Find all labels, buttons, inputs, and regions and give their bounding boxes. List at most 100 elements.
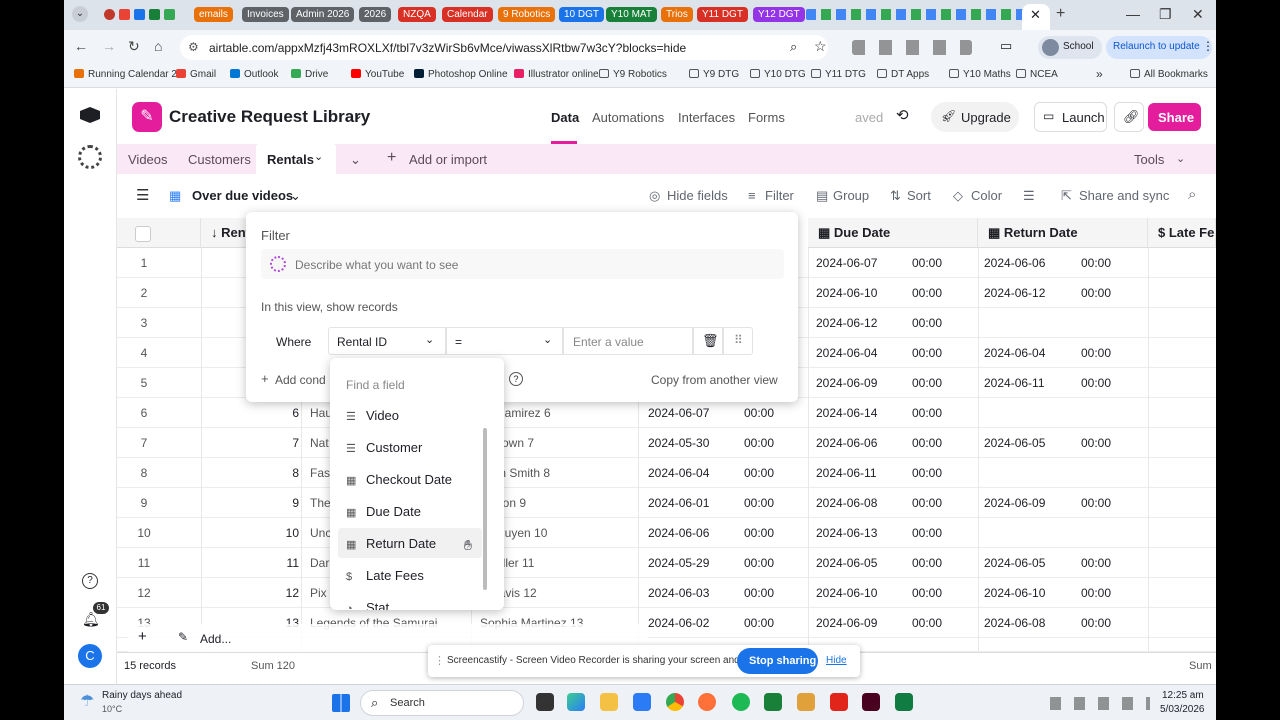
due-date-cell[interactable]: 2024-06-11 [816,458,906,488]
extension-icons[interactable] [852,40,972,55]
table-row[interactable]: 6 6 Hau os Ramirez 6 2024-06-07 00:00 2024-06-… [117,398,1216,428]
tab-group-0[interactable]: emails [194,7,233,22]
customer-cell[interactable]: os Ramirez 6 [480,398,640,428]
tab-group-3[interactable]: 2026 [359,7,392,22]
hide-button[interactable]: Hide [826,655,847,666]
tab-group-2[interactable]: Admin 2026 [291,7,355,22]
back-icon[interactable]: ← [74,38,88,54]
bookmark-item[interactable]: Running Calendar 2... [74,69,185,80]
start-icon[interactable] [332,694,350,712]
share-sync-button[interactable]: Share and sync [1079,188,1169,203]
base-name[interactable]: Creative Request Library [169,107,370,127]
relaunch-button[interactable]: Relaunch to update ⋮ [1106,36,1214,59]
add-condition-button[interactable]: Add cond [261,373,326,387]
hamburger-menu-icon[interactable]: ☰ [136,186,149,204]
due-time-cell[interactable]: 00:00 [912,608,962,638]
nav-data[interactable]: Data [551,110,579,125]
sheets-app-icon[interactable] [764,693,782,711]
due-date-cell[interactable]: 2024-06-08 [816,488,906,518]
checkout-time-cell[interactable]: 00:00 [744,578,794,608]
due-date-cell[interactable]: 2024-06-07 [816,248,906,278]
due-time-cell[interactable]: 00:00 [912,308,962,338]
hide-fields-button[interactable]: Hide fields [667,188,728,203]
tab-rentals[interactable]: Rentals ⌄ [256,144,336,174]
nav-interfaces[interactable]: Interfaces [678,110,735,125]
rental-id-cell[interactable]: 6 [279,398,299,428]
bookmark-item[interactable]: Y9 DTG [689,69,739,80]
copy-from-view-button[interactable]: Copy from another view [651,373,778,387]
copy-link-button[interactable]: 🔗︎ [1114,102,1144,132]
checkout-date-cell[interactable]: 2024-06-04 [648,458,748,488]
operator-select[interactable]: = ⌄ [446,327,563,355]
all-tables-chevron-icon[interactable]: ⌄ [350,152,361,168]
field-option[interactable]: ▦ Due Date [346,504,421,519]
paint-icon[interactable] [797,693,815,711]
checkout-time-cell[interactable]: 00:00 [744,428,794,458]
column-header-select[interactable] [117,218,201,248]
bookmark-star-icon[interactable]: ☆ [814,38,827,55]
bookmark-item[interactable]: Y9 Robotics [599,69,667,80]
rental-id-cell[interactable]: 12 [279,578,299,608]
weather-title[interactable]: Rainy days ahead [102,690,182,701]
tab-group-4[interactable]: NZQA [398,7,436,22]
checkout-time-cell[interactable]: 00:00 [744,608,794,638]
return-date-cell[interactable]: 2024-06-06 [984,248,1074,278]
field-option[interactable]: ▦ Checkout Date [346,472,452,487]
checkout-time-cell[interactable]: 00:00 [744,398,794,428]
stop-sharing-button[interactable]: Stop sharing [737,648,818,674]
due-time-cell[interactable]: 00:00 [912,368,962,398]
due-time-cell[interactable]: 00:00 [912,458,962,488]
store-icon[interactable] [633,693,651,711]
firefox-icon[interactable] [698,693,716,711]
bookmark-item[interactable]: Y10 Maths [949,69,1011,80]
url-text[interactable]: airtable.com/appxMzfj43mROXLXf/tbl7v3zWi… [209,41,686,55]
return-time-cell[interactable]: 00:00 [1081,278,1131,308]
due-time-cell[interactable]: 00:00 [912,488,962,518]
add-record-label[interactable]: Add... [200,632,231,646]
bookmark-item[interactable]: Illustrator online [514,69,599,80]
cast-icon[interactable]: ▭ [1000,38,1012,54]
table-row[interactable]: 11 11 Dar e Miller 11 2024-05-29 00:00 2024-06… [117,548,1216,578]
column-header-late-fees[interactable]: $ Late Fee [1148,218,1216,248]
customer-cell[interactable]: n Davis 12 [480,578,640,608]
tools-menu[interactable]: Tools [1134,152,1164,167]
add-magic-icon[interactable]: ✎ [178,630,188,644]
view-chevron-icon[interactable]: ⌄ [290,188,301,204]
tab-group-10[interactable]: Y11 DGT [697,7,748,22]
field-option[interactable]: ▦ Return Date [346,536,436,551]
favicon-docs-icon[interactable] [134,9,145,20]
tab-customers[interactable]: Customers [188,152,251,167]
return-date-cell[interactable]: 2024-06-09 [984,488,1074,518]
customer-cell[interactable]: Wilson 9 [480,488,640,518]
checkout-date-cell[interactable]: 2024-06-06 [648,518,748,548]
customer-cell[interactable]: a Brown 7 [480,428,640,458]
rental-id-cell[interactable]: 9 [279,488,299,518]
nav-forms[interactable]: Forms [748,110,785,125]
field-option[interactable]: ☰ Customer [346,440,422,455]
tab-videos[interactable]: Videos [128,152,168,167]
rental-id-sum[interactable]: Sum 120 [251,660,295,672]
tab-group-8[interactable]: Y10 MAT [606,7,657,22]
due-time-cell[interactable]: 00:00 [912,578,962,608]
taskbar-search[interactable]: ⌕ Search [360,690,524,716]
search-icon[interactable]: ⌕ [1188,186,1196,203]
return-date-cell[interactable]: 2024-06-12 [984,278,1074,308]
due-date-cell[interactable]: 2024-06-06 [816,428,906,458]
launch-button[interactable]: ▭ Launch [1034,102,1107,132]
help-icon[interactable]: ? [82,573,98,589]
filter-help-icon[interactable]: ? [509,372,523,386]
late-fee-sum[interactable]: Sum [1189,660,1212,672]
tab-group-11[interactable]: Y12 DGT [753,7,805,22]
due-time-cell[interactable]: 00:00 [912,248,962,278]
return-time-cell[interactable]: 00:00 [1081,548,1131,578]
favicon-add-icon[interactable] [164,9,175,20]
due-date-cell[interactable]: 2024-06-10 [816,578,906,608]
tab-search-icon[interactable]: ⌄ [72,6,88,22]
column-header-return-date[interactable]: ▦ Return Date [978,218,1148,248]
sort-button[interactable]: Sort [907,188,931,203]
acrobat-icon[interactable] [830,693,848,711]
file-explorer-icon[interactable] [600,693,618,711]
field-option[interactable]: ☰ Video [346,408,399,423]
tab-group-6[interactable]: 9 Robotics [498,7,556,22]
due-date-cell[interactable]: 2024-06-05 [816,548,906,578]
